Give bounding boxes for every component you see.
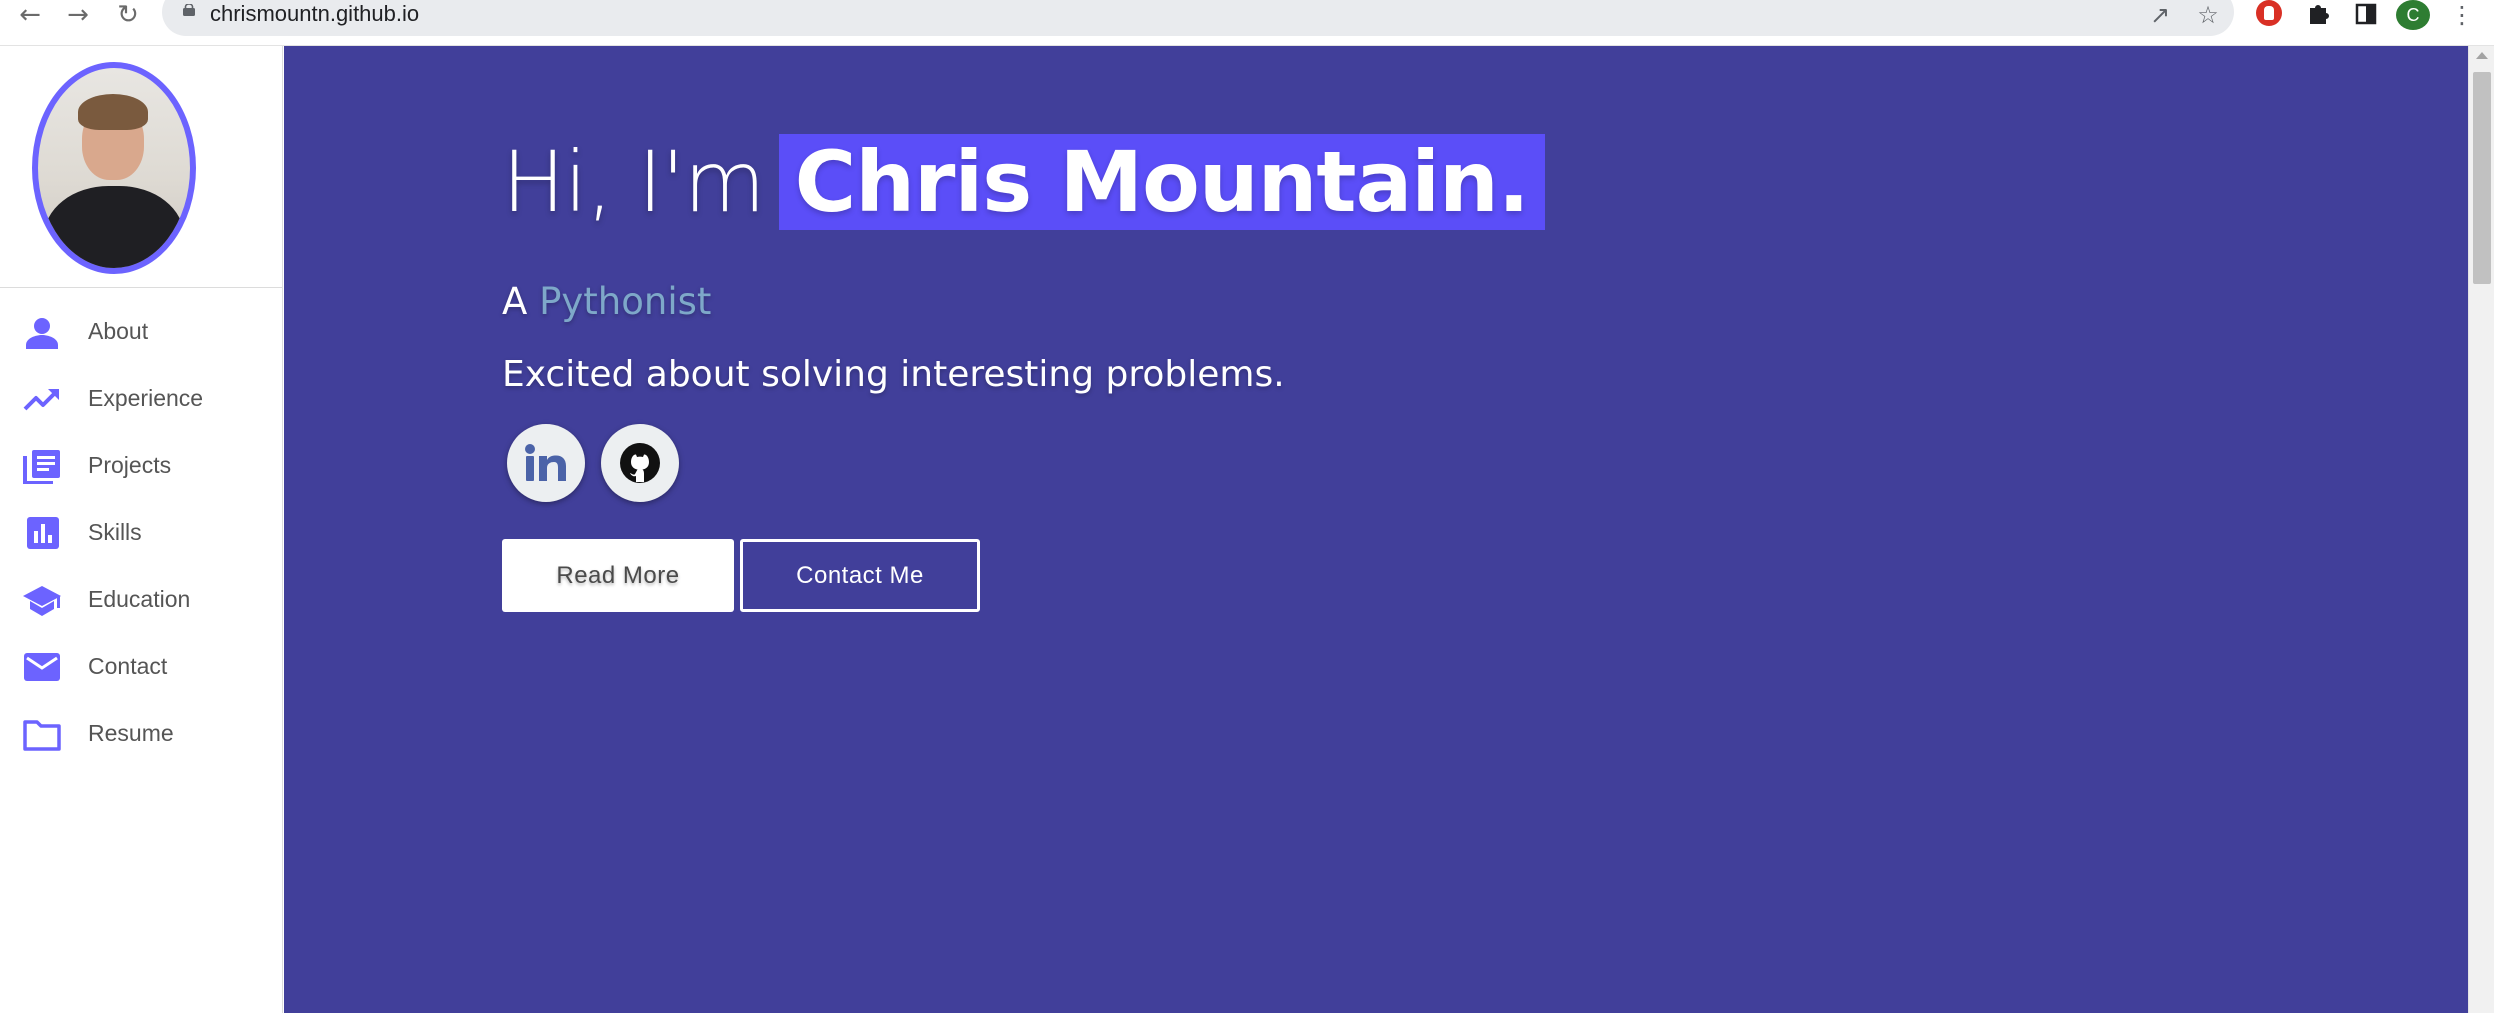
sidebar-item-projects[interactable]: Projects [0,432,283,499]
hero-tagline: Excited about solving interesting proble… [502,354,1285,395]
contact-me-button[interactable]: Contact Me [740,539,980,612]
folder-icon [23,720,61,751]
sidebar-item-education[interactable]: Education [0,566,283,633]
graduation-cap-icon [23,586,61,616]
bookmark-star-icon[interactable]: ☆ [2192,0,2224,30]
read-more-button[interactable]: Read More [502,539,734,612]
sidebar-divider [0,287,283,288]
sidebar-item-about[interactable]: About [0,298,283,365]
hero-title: Hi, I'm Chris Mountain. [502,133,1545,231]
url-text[interactable]: chrismountn.github.io [210,1,419,27]
library-books-icon [23,450,60,484]
person-icon [26,318,58,349]
hero-section: Hi, I'm Chris Mountain. A Pythonist Exci… [284,46,2468,1013]
scroll-up-arrow-icon[interactable] [2476,52,2488,59]
github-icon [620,443,660,483]
extension-red-icon[interactable] [2256,0,2282,26]
back-icon[interactable]: ← [10,0,50,30]
linkedin-icon [525,444,566,481]
sidebar-item-experience[interactable]: Experience [0,365,283,432]
lock-icon [183,4,195,16]
trending-up-icon [23,389,59,411]
mail-icon [24,653,60,681]
extensions-puzzle-icon[interactable] [2302,0,2334,30]
hero-greeting: Hi, I'm [502,133,766,231]
hero-role-prefix: A [502,280,528,323]
browser-toolbar: ← → ↻ chrismountn.github.io ↗ ☆ C ⋮ [0,0,2494,46]
side-panel-icon[interactable] [2350,0,2382,30]
menu-kebab-icon[interactable]: ⋮ [2446,0,2478,30]
sidebar-item-label: Experience [88,385,204,411]
sidebar-item-label: Education [88,586,191,612]
github-link[interactable] [601,424,679,502]
sidebar-item-label: Resume [88,720,174,746]
hero-role-word: Pythonist [539,280,712,323]
sidebar-nav: About Experience Projects Skills Educati… [0,298,283,767]
sidebar-item-label: Projects [88,452,172,478]
sidebar-item-skills[interactable]: Skills [0,499,283,566]
sidebar: About Experience Projects Skills Educati… [0,46,283,1013]
forward-icon[interactable]: → [58,0,98,30]
scrollbar-thumb[interactable] [2473,72,2491,284]
sidebar-item-label: About [88,318,149,344]
share-icon[interactable]: ↗ [2144,0,2176,30]
sidebar-item-contact[interactable]: Contact [0,633,283,700]
profile-photo [32,62,196,274]
profile-avatar[interactable]: C [2396,0,2430,30]
address-bar[interactable] [162,0,2234,36]
linkedin-link[interactable] [507,424,585,502]
page-scrollbar[interactable] [2468,46,2494,1013]
sidebar-item-resume[interactable]: Resume [0,700,283,767]
bar-chart-icon [27,517,59,549]
hero-role-line: A Pythonist [502,280,711,323]
reload-icon[interactable]: ↻ [108,0,148,30]
sidebar-item-label: Skills [88,519,142,545]
sidebar-item-label: Contact [88,653,168,679]
hero-name-highlight: Chris Mountain. [778,133,1545,231]
